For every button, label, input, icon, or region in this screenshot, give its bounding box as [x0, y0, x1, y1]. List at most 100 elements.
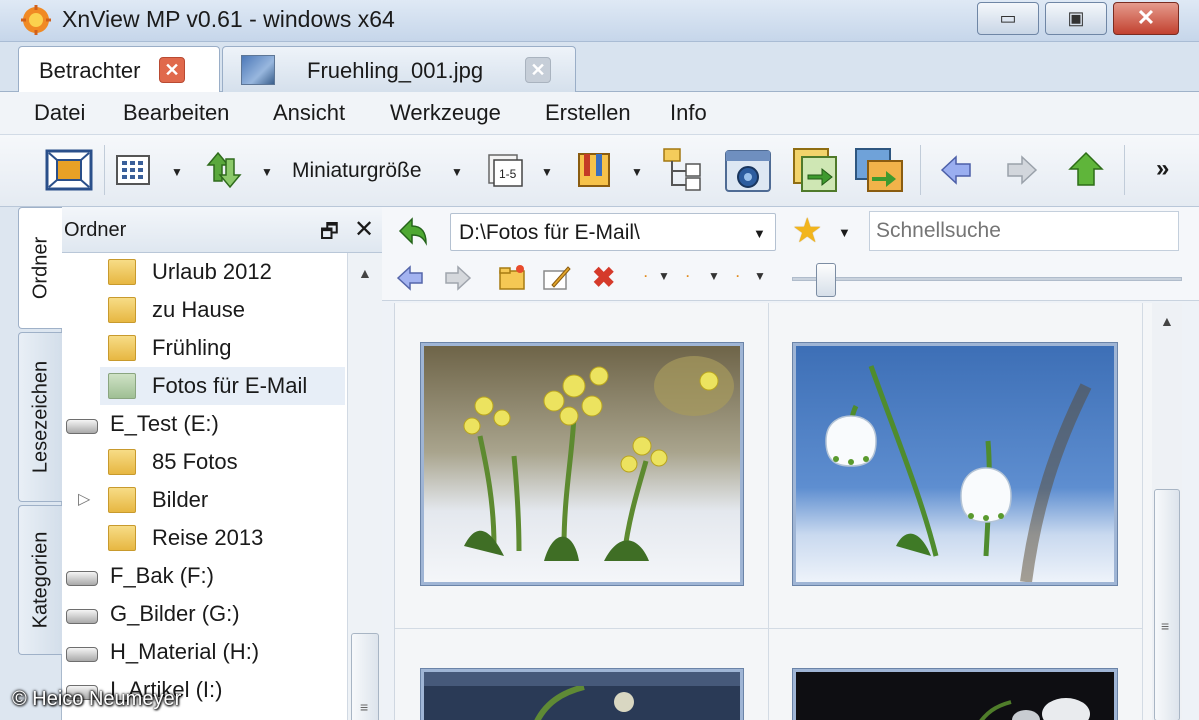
tab-close-icon[interactable]: ✕: [159, 57, 185, 83]
zoom-slider-handle[interactable]: [816, 263, 836, 297]
tree-item[interactable]: Urlaub 2012: [62, 253, 347, 291]
thumbnail-scrollbar[interactable]: ▲ ≡: [1152, 303, 1182, 720]
tree-item-label: Frühling: [152, 335, 232, 360]
folder-icon: [108, 373, 136, 399]
quick-search-input[interactable]: [869, 211, 1179, 251]
thumbnail-zoom-slider[interactable]: [792, 277, 1182, 281]
tree-item[interactable]: Frühling: [62, 329, 347, 367]
parent-folder-icon[interactable]: [1068, 151, 1104, 187]
menu-create[interactable]: Erstellen: [545, 100, 631, 126]
tree-item-label: F_Bak (F:): [110, 563, 214, 588]
sort-dropdown-icon[interactable]: ▼: [261, 165, 273, 179]
undock-icon[interactable]: 🗗: [320, 217, 339, 251]
path-combobox[interactable]: D:\Fotos für E-Mail\ ▼: [450, 213, 776, 251]
thumbnail-cell[interactable]: [769, 303, 1143, 629]
thumbnail-cell[interactable]: [395, 303, 769, 629]
bookmark-dropdown-icon[interactable]: ▼: [631, 165, 643, 179]
tab-close-icon[interactable]: ✕: [525, 57, 551, 83]
drive-icon: [66, 419, 98, 434]
menu-tools[interactable]: Werkzeuge: [390, 100, 501, 126]
tree-item-label: 85 Fotos: [152, 449, 238, 474]
sort-arrows-icon[interactable]: [206, 151, 242, 189]
folder-tree-icon[interactable]: [662, 147, 708, 193]
menu-info[interactable]: Info: [670, 100, 707, 126]
image-thumbnail-icon: [241, 55, 275, 85]
menu-file[interactable]: Datei: [34, 100, 85, 126]
camera-import-icon[interactable]: [724, 147, 772, 195]
expand-arrow-icon[interactable]: ▷: [78, 489, 90, 509]
view-dropdown-icon[interactable]: ▼: [754, 269, 766, 283]
toolbar-overflow-icon[interactable]: »: [1156, 155, 1169, 183]
folder-icon: [108, 335, 136, 361]
convert-image-icon[interactable]: [854, 147, 904, 193]
batch-rename-icon[interactable]: 1-5: [487, 153, 523, 187]
back-arrow-icon[interactable]: [396, 265, 424, 291]
svg-text:1-5: 1-5: [499, 167, 517, 181]
rename-icon[interactable]: [542, 263, 572, 293]
folder-icon: [108, 487, 136, 513]
tree-item-label: Urlaub 2012: [152, 259, 272, 284]
sidetab-folders[interactable]: Ordner: [18, 207, 62, 329]
minimize-button[interactable]: ▭: [977, 2, 1039, 35]
fullscreen-icon[interactable]: [45, 149, 93, 191]
favorites-dropdown-icon[interactable]: ▼: [838, 225, 851, 240]
delete-icon[interactable]: ✖: [592, 261, 615, 294]
grid-view-icon[interactable]: [116, 155, 150, 185]
tree-item[interactable]: E_Test (E:): [62, 405, 347, 443]
tree-item-selected[interactable]: Fotos für E-Mail: [100, 367, 345, 405]
tab-strip: Betrachter ✕ Fruehling_001.jpg ✕: [0, 42, 1199, 93]
tree-item[interactable]: H_Material (H:): [62, 633, 347, 671]
tree-item[interactable]: ▷ Bilder: [62, 481, 347, 519]
favorites-star-icon[interactable]: ★: [792, 211, 822, 251]
primrose-photo: [424, 346, 740, 582]
back-arrow-icon[interactable]: [940, 155, 972, 185]
scroll-thumb[interactable]: ≡: [351, 633, 379, 720]
batch-dropdown-icon[interactable]: ▼: [541, 165, 553, 179]
tree-item[interactable]: 85 Fotos: [62, 443, 347, 481]
sidetab-bookmarks[interactable]: Lesezeichen: [18, 332, 62, 502]
drive-icon: [66, 647, 98, 662]
drive-icon: [66, 609, 98, 624]
forward-arrow-icon[interactable]: [444, 265, 472, 291]
tab-image-viewer[interactable]: Fruehling_001.jpg ✕: [222, 46, 576, 92]
side-tabs: Ordner Lesezeichen Kategorien: [0, 207, 62, 720]
maximize-button[interactable]: ▣: [1045, 2, 1107, 35]
export-image-icon[interactable]: [792, 147, 838, 193]
thumbnail-image-partial[interactable]: [420, 668, 744, 720]
thumbnail-size-dropdown-icon[interactable]: ▼: [451, 165, 463, 179]
address-row: D:\Fotos für E-Mail\ ▼ ★ ▼: [382, 207, 1199, 257]
forward-arrow-icon[interactable]: [1006, 155, 1038, 185]
panel-title: Ordner: [64, 219, 127, 241]
menu-edit[interactable]: Bearbeiten: [123, 100, 229, 126]
tree-item[interactable]: G_Bilder (G:): [62, 595, 347, 633]
scroll-thumb[interactable]: ≡: [1154, 489, 1180, 720]
sidetab-categories[interactable]: Kategorien: [18, 505, 62, 655]
sidetab-label: Lesezeichen: [29, 360, 51, 474]
panel-close-icon[interactable]: ✕: [354, 215, 374, 244]
scroll-up-arrow-icon[interactable]: ▲: [1160, 313, 1174, 329]
thumbnail-image-partial[interactable]: [792, 668, 1118, 720]
tree-item[interactable]: zu Hause: [62, 291, 347, 329]
thumbnail-size-button[interactable]: Miniaturgröße: [292, 159, 422, 183]
sort-dropdown-icon[interactable]: ▼: [708, 269, 720, 283]
new-folder-icon[interactable]: [498, 263, 526, 291]
thumbnail-cell[interactable]: [395, 629, 769, 720]
thumbnail-image-primroses[interactable]: [420, 342, 744, 586]
folder-panel-header: Ordner 🗗 ✕: [62, 207, 382, 253]
menu-view[interactable]: Ansicht: [273, 100, 345, 126]
tree-item[interactable]: Reise 2013: [62, 519, 347, 557]
thumbnail-cell[interactable]: [769, 629, 1143, 720]
path-dropdown-icon[interactable]: ▼: [753, 226, 766, 241]
folder-tree-scrollbar[interactable]: ▲ ≡: [347, 253, 382, 720]
thumbnail-image-snowflakes[interactable]: [792, 342, 1118, 586]
go-up-icon[interactable]: [396, 215, 430, 249]
filter-dropdown-icon[interactable]: ▼: [658, 269, 670, 283]
view-mode-dropdown-icon[interactable]: ▼: [171, 165, 183, 179]
close-window-button[interactable]: ✕: [1113, 2, 1179, 35]
folder-panel: Ordner 🗗 ✕ Urlaub 2012 zu Hause Frühling…: [62, 207, 382, 720]
tree-item[interactable]: F_Bak (F:): [62, 557, 347, 595]
tab-browser[interactable]: Betrachter ✕: [18, 46, 220, 93]
scroll-up-arrow-icon[interactable]: ▲: [358, 265, 372, 281]
bookmark-icon[interactable]: [576, 151, 612, 189]
view-dot-icon: ·: [736, 269, 740, 283]
